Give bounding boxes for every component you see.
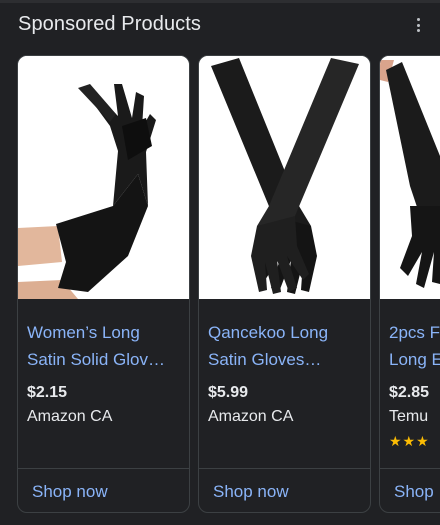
more-vert-icon[interactable] <box>412 15 424 35</box>
product-title-line2[interactable]: Long E <box>389 346 440 373</box>
product-merchant: Temu <box>389 408 429 425</box>
product-info: Women’s Long Satin Solid Glov… $2.15 Ama… <box>18 299 189 468</box>
product-card[interactable]: Qancekoo Long Satin Gloves… $5.99 Amazon… <box>198 55 371 513</box>
card-divider <box>18 468 189 469</box>
product-title-line2[interactable]: Satin Gloves… <box>208 346 370 373</box>
glove-image-3 <box>380 56 440 299</box>
glove-image-2 <box>199 56 370 299</box>
card-divider <box>199 468 370 469</box>
product-price: $5.99 <box>208 384 249 401</box>
shop-now-link[interactable]: Shop <box>394 482 434 502</box>
product-title-line1[interactable]: Qancekoo Long <box>208 319 370 346</box>
product-info: Qancekoo Long Satin Gloves… $5.99 Amazon… <box>199 299 370 468</box>
product-price: $2.15 <box>27 384 68 401</box>
glove-image-1 <box>18 56 189 299</box>
rating-stars: ★★★ <box>389 433 430 449</box>
product-image[interactable] <box>18 56 189 299</box>
card-divider <box>380 468 440 469</box>
product-image[interactable] <box>380 56 440 299</box>
product-title-line1[interactable]: Women’s Long <box>27 319 189 346</box>
shop-now-link[interactable]: Shop now <box>32 482 108 502</box>
product-info: 2pcs F Long E $2.85 Temu ★★★ <box>380 299 440 468</box>
product-card[interactable]: Women’s Long Satin Solid Glov… $2.15 Ama… <box>17 55 190 513</box>
shop-now-link[interactable]: Shop now <box>213 482 289 502</box>
product-merchant: Amazon CA <box>208 408 294 425</box>
product-title-line1[interactable]: 2pcs F <box>389 319 440 346</box>
top-divider <box>0 0 440 3</box>
section-title: Sponsored Products <box>18 13 202 35</box>
product-merchant: Amazon CA <box>27 408 113 425</box>
product-carousel[interactable]: Women’s Long Satin Solid Glov… $2.15 Ama… <box>17 55 440 515</box>
product-image[interactable] <box>199 56 370 299</box>
section-header: Sponsored Products <box>18 11 428 41</box>
product-card[interactable]: 2pcs F Long E $2.85 Temu ★★★ Shop <box>379 55 440 513</box>
product-title-line2[interactable]: Satin Solid Glov… <box>27 346 189 373</box>
product-price: $2.85 <box>389 384 430 401</box>
